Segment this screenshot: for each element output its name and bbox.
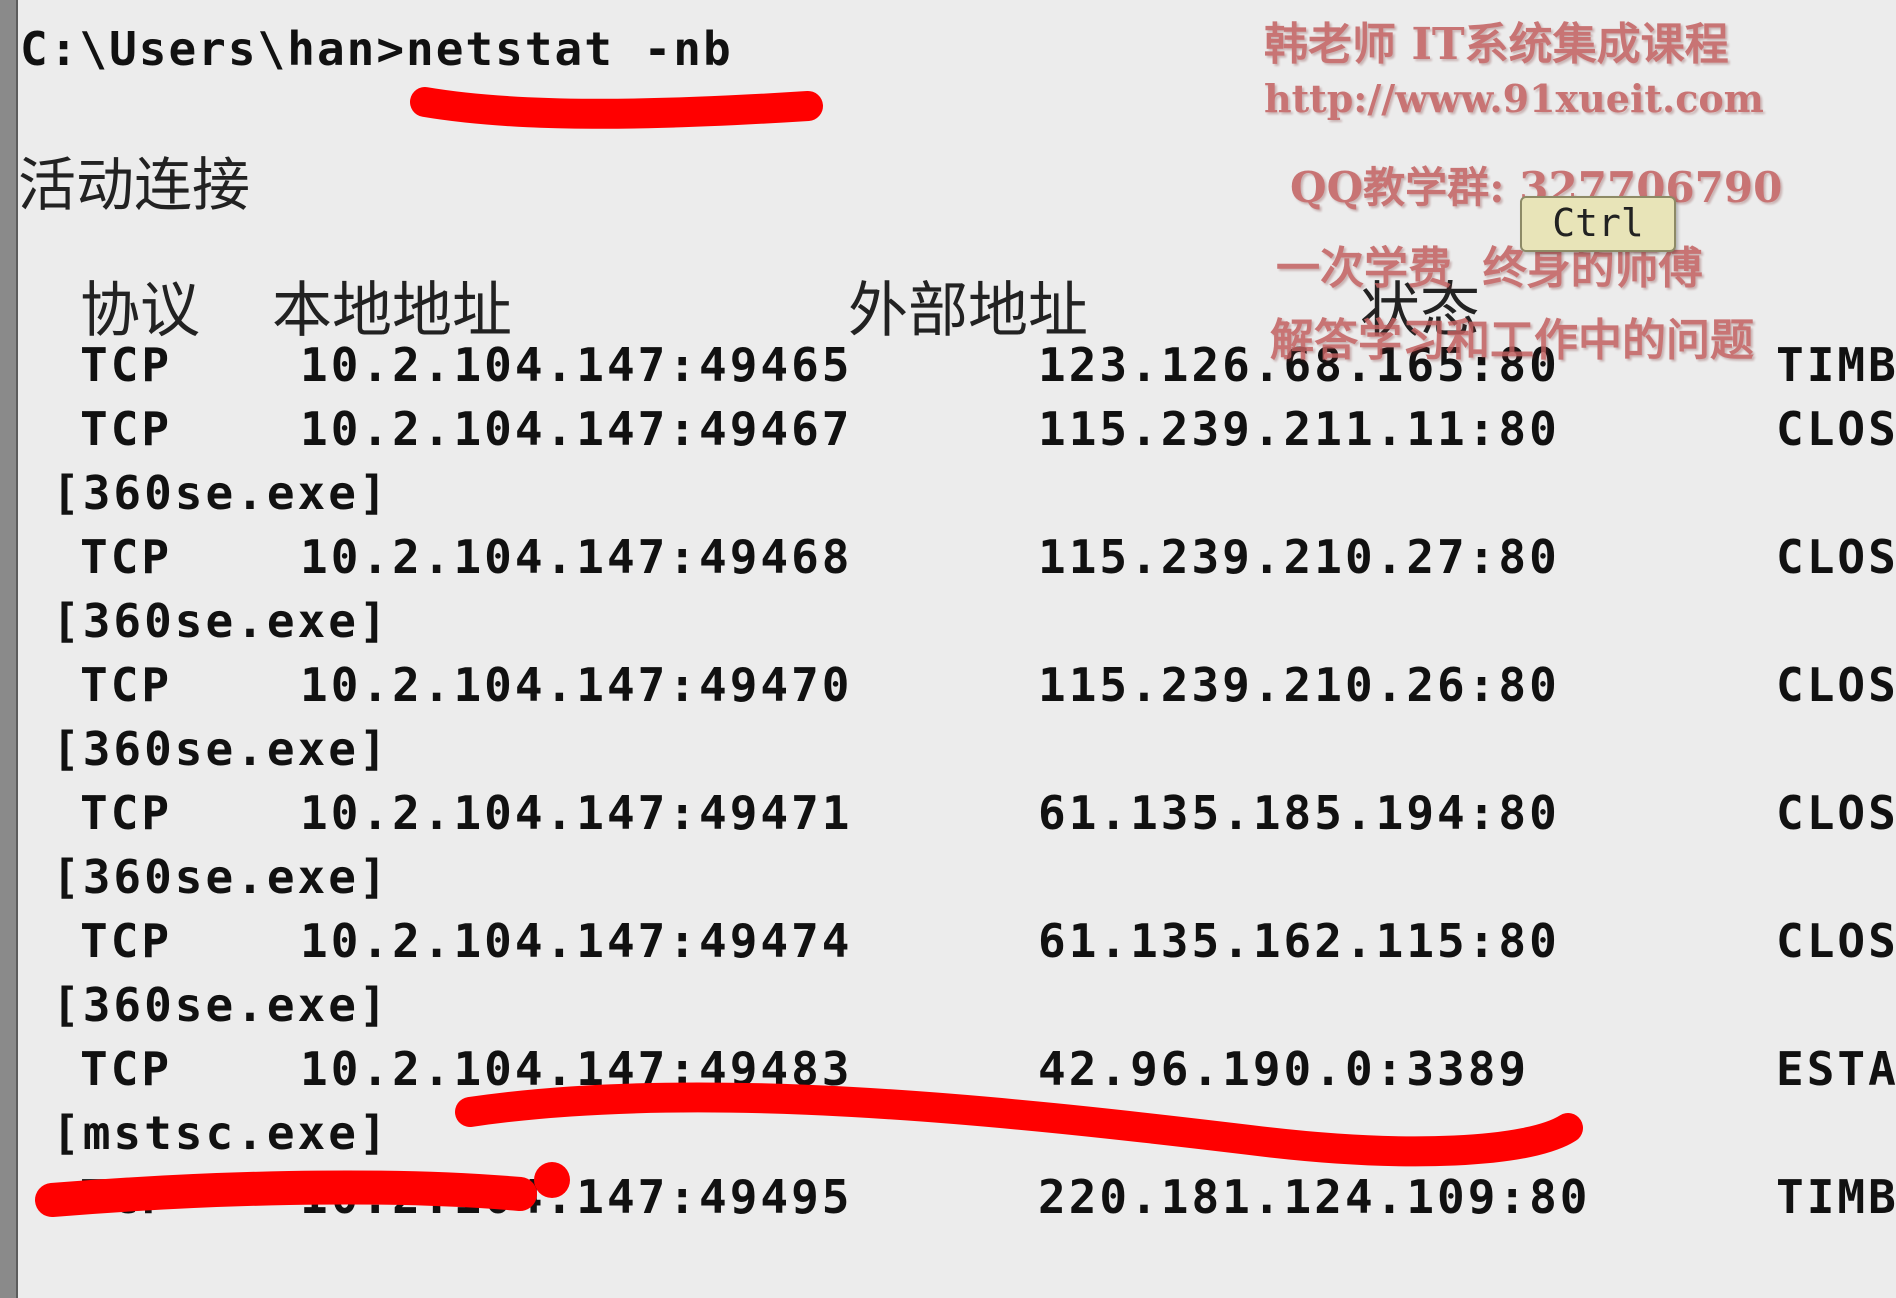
window-left-border — [0, 0, 18, 1298]
row-foreign-address: 115.239.211.11:80 — [1038, 402, 1560, 456]
underline-rdp-connection-stroke — [455, 1082, 1583, 1167]
row-protocol: TCP — [80, 658, 173, 712]
underline-command-stroke — [410, 87, 823, 129]
row-state: TIMB — [1776, 1170, 1896, 1224]
watermark-url: http://www.91xueit.com — [1264, 76, 1764, 121]
prompt: C:\Users\han> — [20, 22, 407, 76]
row-state: CLOS — [1776, 914, 1896, 968]
row-foreign-address: 115.239.210.27:80 — [1038, 530, 1560, 584]
row-local-address: 10.2.104.147:49474 — [300, 914, 853, 968]
row-local-address: 10.2.104.147:49495 — [300, 1170, 853, 1224]
row-process: [mstsc.exe] — [52, 1106, 390, 1160]
row-process: [360se.exe] — [52, 978, 390, 1032]
row-state: CLOS — [1776, 658, 1896, 712]
ctrl-key-tooltip: Ctrl — [1520, 196, 1676, 252]
row-local-address: 10.2.104.147:49471 — [300, 786, 853, 840]
row-state: CLOS — [1776, 530, 1896, 584]
row-state: ESTA — [1776, 1042, 1896, 1096]
row-local-address: 10.2.104.147:49470 — [300, 658, 853, 712]
row-protocol: TCP — [80, 914, 173, 968]
command-text: netstat -nb — [406, 22, 733, 76]
command-line[interactable]: C:\Users\han>netstat -nb — [20, 22, 733, 76]
console-window: C:\Users\han>netstat -nb 活动连接 协议 本地地址 外部… — [0, 0, 1896, 1298]
section-title: 活动连接 — [18, 151, 251, 219]
watermark-tagline: 解答学习和工作中的问题 — [1270, 315, 1754, 366]
row-local-address: 10.2.104.147:49468 — [300, 530, 853, 584]
row-local-address: 10.2.104.147:49483 — [300, 1042, 853, 1096]
row-local-address: 10.2.104.147:49467 — [300, 402, 853, 456]
row-protocol: TCP — [80, 338, 173, 392]
row-foreign-address: 42.96.190.0:3389 — [1038, 1042, 1530, 1096]
row-foreign-address: 115.239.210.26:80 — [1038, 658, 1560, 712]
row-local-address: 10.2.104.147:49465 — [300, 338, 853, 392]
row-foreign-address: 61.135.162.115:80 — [1038, 914, 1560, 968]
row-foreign-address: 220.181.124.109:80 — [1038, 1170, 1591, 1224]
watermark: 韩老师 IT系统集成课程 http://www.91xueit.com QQ教学… — [1256, 0, 1896, 370]
row-protocol: TCP — [80, 786, 173, 840]
watermark-title: 韩老师 IT系统集成课程 — [1264, 19, 1729, 70]
row-process: [360se.exe] — [52, 850, 390, 904]
row-state: CLOS — [1776, 402, 1896, 456]
row-state: CLOS — [1776, 786, 1896, 840]
header-local-address: 本地地址 — [272, 276, 512, 346]
row-process: [360se.exe] — [52, 466, 390, 520]
header-protocol: 协议 — [80, 276, 200, 346]
row-process: [360se.exe] — [52, 722, 390, 776]
row-process: [360se.exe] — [52, 594, 390, 648]
header-foreign-address: 外部地址 — [848, 276, 1088, 346]
row-protocol: TCP — [80, 530, 173, 584]
row-protocol: TCP — [80, 1170, 173, 1224]
row-protocol: TCP — [80, 402, 173, 456]
row-protocol: TCP — [80, 1042, 173, 1096]
row-foreign-address: 61.135.185.194:80 — [1038, 786, 1560, 840]
